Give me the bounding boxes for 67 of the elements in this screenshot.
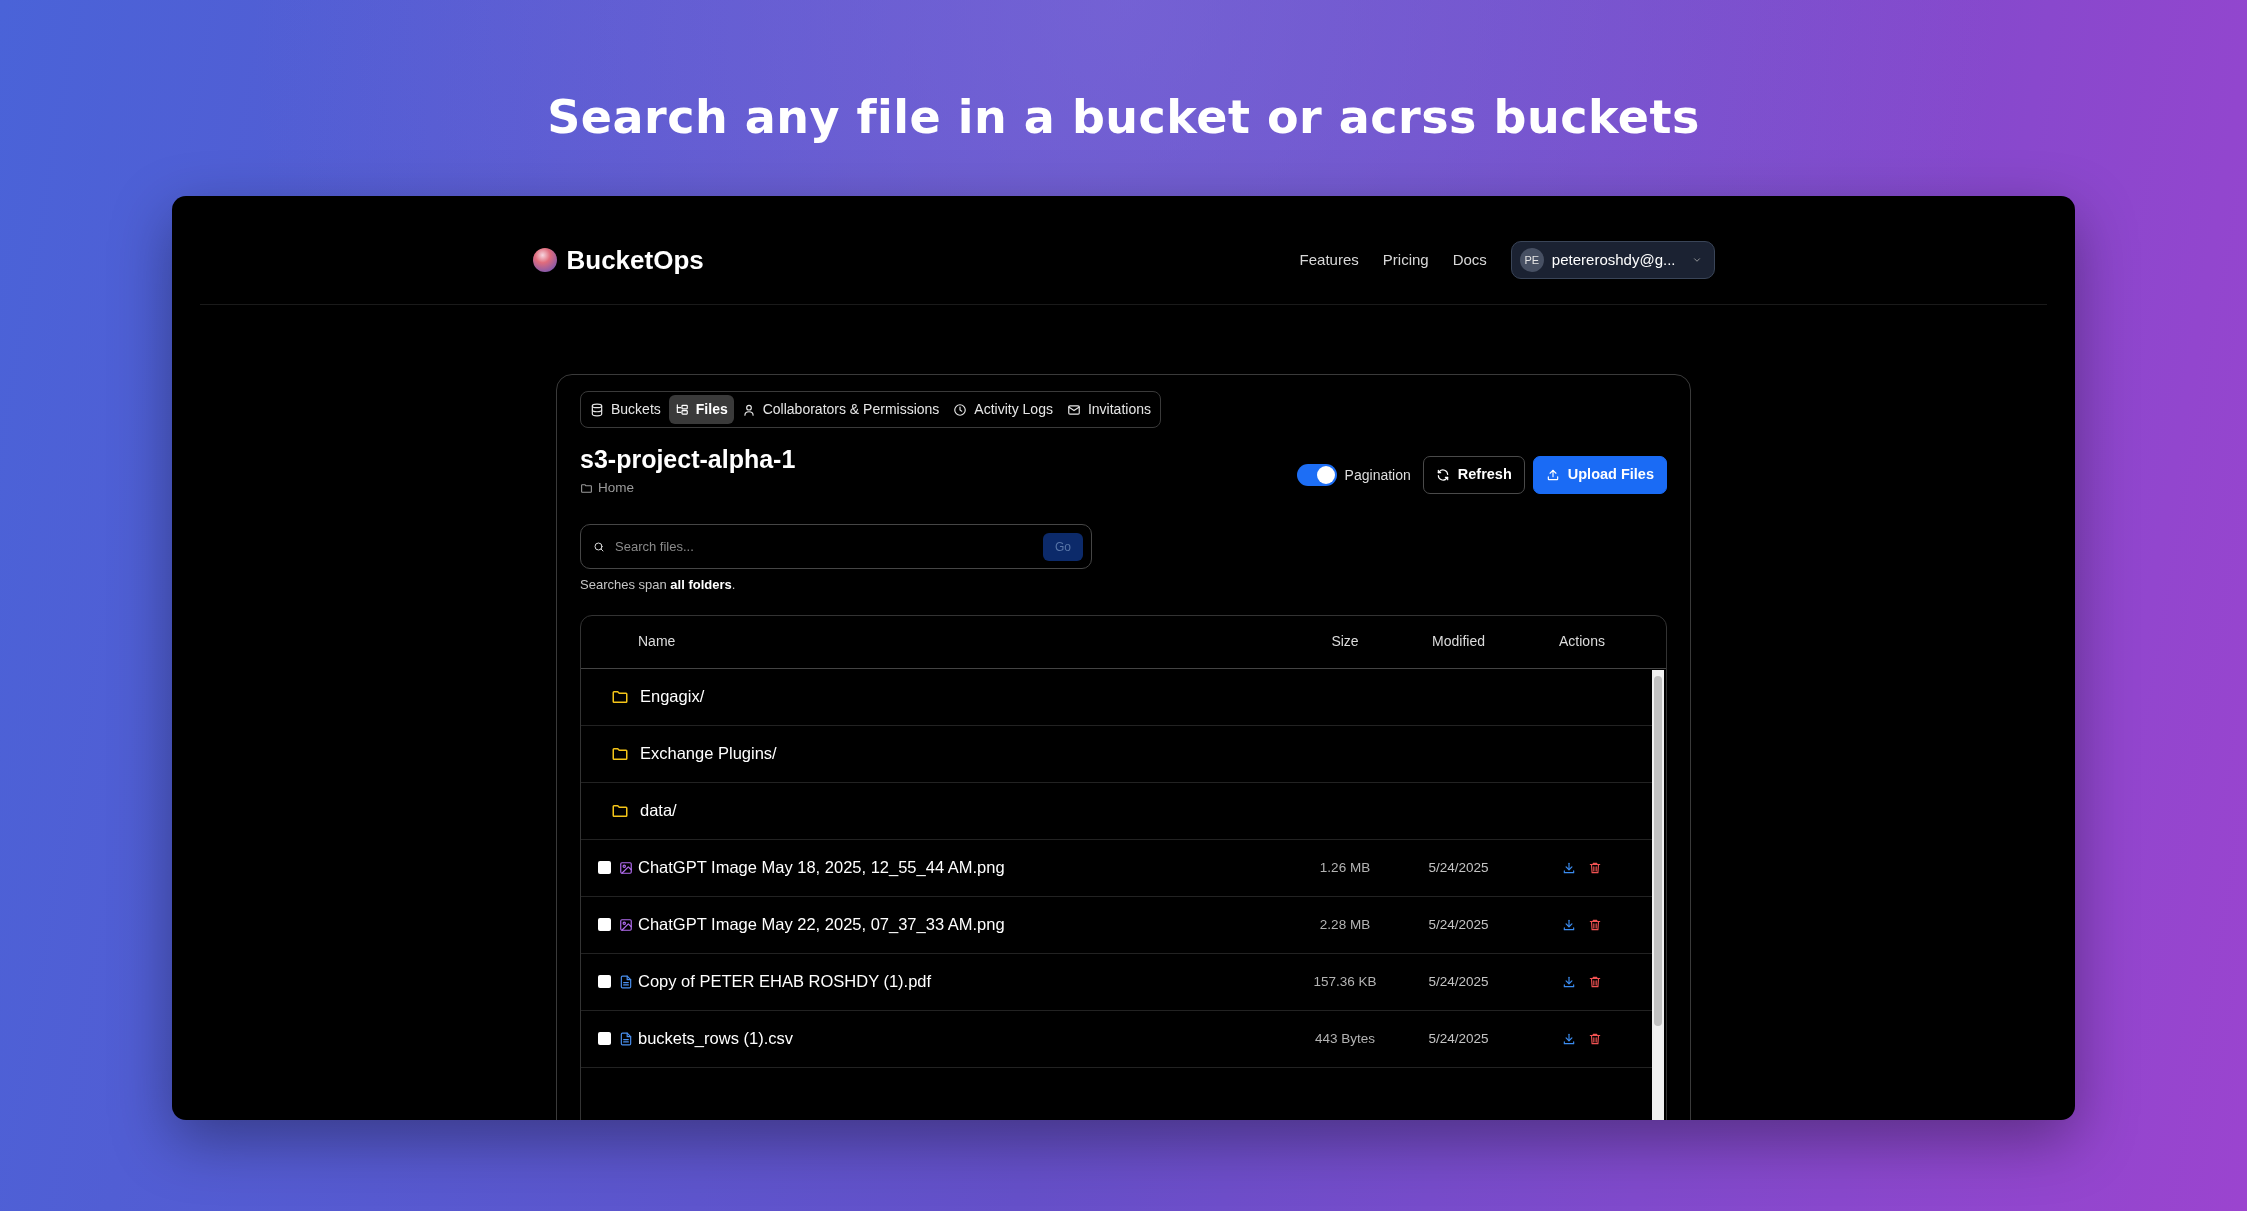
tab[interactable]: Collaborators & Permissions	[735, 395, 946, 424]
document-icon	[619, 974, 633, 989]
column-header: Actions	[1559, 632, 1605, 652]
bucket-title: s3-project-alpha-1	[580, 444, 797, 474]
column-header: Name	[637, 632, 676, 652]
user-icon	[741, 402, 756, 417]
row-checkbox[interactable]	[598, 1032, 611, 1046]
image-icon	[619, 917, 633, 932]
trash-icon	[1588, 1031, 1602, 1046]
download-icon	[1562, 974, 1576, 989]
pagination-toggle[interactable]	[1296, 464, 1337, 486]
refresh-icon	[1435, 468, 1450, 482]
breadcrumb-link[interactable]: Home	[598, 478, 634, 499]
modified-date: 5/24/2025	[1428, 859, 1489, 875]
folder-icon	[580, 481, 593, 495]
avatar: PE	[1519, 248, 1544, 272]
search-icon	[593, 540, 605, 553]
upload-icon	[1545, 468, 1560, 482]
file-size: 157.36 KB	[1313, 973, 1377, 989]
tab[interactable]: Buckets	[584, 395, 667, 424]
account-email: petereroshdy@g...	[1551, 249, 1676, 270]
column-header: Size	[1331, 632, 1359, 652]
file-name[interactable]: buckets_rows (1).csv	[638, 1026, 793, 1052]
account-menu[interactable]: PE petereroshdy@g...	[1510, 241, 1715, 279]
file-name[interactable]: Copy of PETER EHAB ROSHDY (1).pdf	[638, 969, 932, 995]
modified-date: 5/24/2025	[1428, 973, 1489, 989]
file-name[interactable]: ChatGPT Image May 22, 2025, 07_37_33 AM.png	[638, 912, 1005, 938]
image-icon	[619, 860, 633, 875]
tab[interactable]: Activity Logs	[947, 395, 1059, 424]
folder-name[interactable]: Exchange Plugins/	[640, 741, 777, 767]
file-name[interactable]: ChatGPT Image May 18, 2025, 12_55_44 AM.png	[638, 855, 1005, 881]
clock-icon	[953, 402, 968, 417]
file-size: 2.28 MB	[1319, 916, 1371, 932]
nav-link[interactable]: Features	[1299, 248, 1359, 272]
modified-date: 5/24/2025	[1428, 916, 1489, 932]
pagination-label: Pagination	[1344, 465, 1411, 485]
file-size: 1.26 MB	[1319, 859, 1371, 875]
file-size: 443 Bytes	[1314, 1030, 1375, 1046]
mail-icon	[1066, 402, 1081, 417]
download-icon	[1562, 1031, 1576, 1046]
download-icon	[1562, 860, 1576, 875]
upload-button[interactable]: Upload Files	[1532, 456, 1667, 494]
nav-link[interactable]: Docs	[1452, 248, 1487, 272]
refresh-button[interactable]: Refresh	[1422, 456, 1525, 494]
trash-icon	[1588, 974, 1602, 989]
logo-icon	[532, 248, 557, 272]
modified-date: 5/24/2025	[1428, 1030, 1489, 1046]
row-checkbox[interactable]	[598, 975, 611, 989]
trash-icon	[1588, 860, 1602, 875]
row-checkbox[interactable]	[598, 918, 611, 932]
folder-tree-icon	[674, 402, 689, 417]
download-icon	[1562, 917, 1576, 932]
brand-name: BucketOps	[566, 243, 704, 277]
chevron-down-icon	[1691, 255, 1702, 265]
tab[interactable]: Files	[668, 395, 734, 424]
nav-link[interactable]: Pricing	[1382, 248, 1429, 272]
document-icon	[619, 1031, 633, 1046]
scrollbar[interactable]	[1652, 669, 1664, 1120]
column-header: Modified	[1432, 632, 1485, 652]
folder-name[interactable]: Engagix/	[640, 684, 705, 710]
database-icon	[590, 402, 604, 417]
row-checkbox[interactable]	[598, 861, 611, 875]
folder-name[interactable]: data/	[640, 798, 677, 824]
headline: Search any file in a bucket or acrss buckets	[546, 89, 1701, 146]
trash-icon	[1588, 917, 1602, 932]
search-hint: Searches span all folders.	[580, 576, 737, 595]
tab[interactable]: Invitations	[1060, 395, 1157, 424]
